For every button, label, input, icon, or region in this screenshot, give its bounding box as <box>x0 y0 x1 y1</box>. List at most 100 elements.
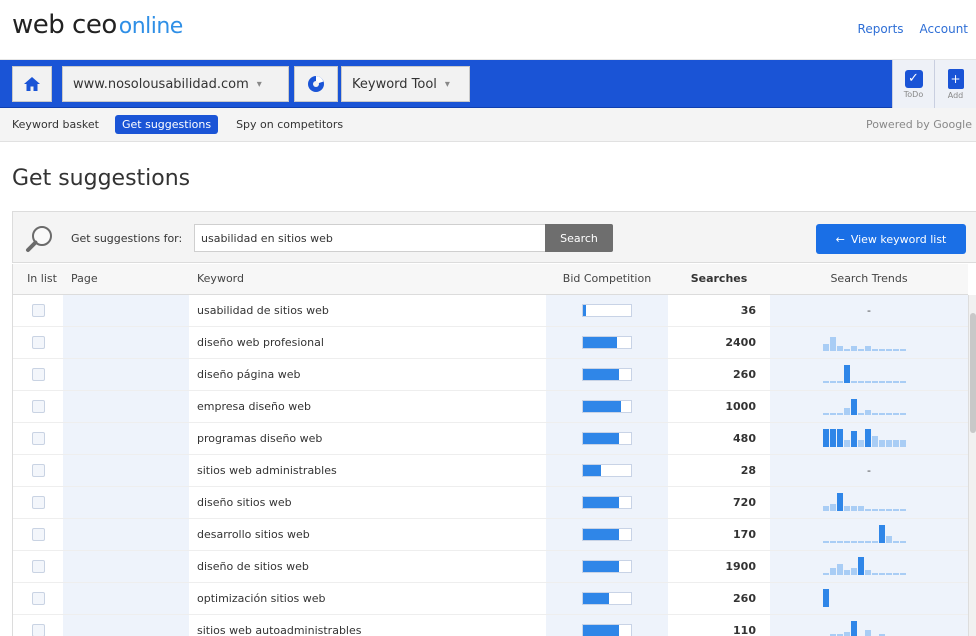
in-list-checkbox[interactable] <box>31 335 45 349</box>
search-trends-cell <box>770 390 968 423</box>
site-dropdown-label: www.nosolousabilidad.com <box>73 76 249 92</box>
home-button[interactable] <box>12 66 52 102</box>
account-link[interactable]: Account <box>920 22 968 36</box>
in-list-checkbox[interactable] <box>31 527 45 541</box>
trend-bar <box>837 429 843 447</box>
trend-bar <box>851 621 857 636</box>
keyword-cell: optimización sitios web <box>189 582 546 615</box>
in-list-checkbox[interactable] <box>31 367 45 381</box>
scroll-thumb[interactable] <box>970 313 976 433</box>
in-list-checkbox[interactable] <box>31 431 45 445</box>
trend-bar <box>872 573 878 575</box>
in-list-checkbox[interactable] <box>31 495 45 509</box>
column-header-searches[interactable]: Searches <box>668 264 770 295</box>
brand-logo[interactable]: web ceoonline <box>12 10 183 40</box>
bid-competition-fill <box>583 464 602 476</box>
chevron-down-icon: ▾ <box>444 78 450 90</box>
trend-bar <box>823 413 829 415</box>
site-dropdown[interactable]: www.nosolousabilidad.com ▾ <box>62 66 289 102</box>
bid-competition-bar <box>582 591 632 605</box>
trend-bar <box>879 413 885 415</box>
trend-bar <box>865 509 871 511</box>
in-list-cell <box>13 326 63 359</box>
column-header-bid-competition[interactable]: Bid Competition <box>546 264 668 295</box>
trend-bar <box>872 509 878 511</box>
in-list-checkbox[interactable] <box>31 303 45 317</box>
in-list-checkbox[interactable] <box>31 399 45 413</box>
add-label: Add <box>947 90 964 100</box>
bid-competition-bar <box>582 303 632 317</box>
bid-competition-fill <box>583 304 586 316</box>
trend-bar <box>886 573 892 575</box>
column-header-page[interactable]: Page <box>63 264 189 295</box>
search-button[interactable]: Search <box>545 224 613 252</box>
keyword-basket-link[interactable]: Keyword basket <box>12 118 99 131</box>
trend-bar <box>872 436 878 447</box>
search-input[interactable] <box>194 224 556 252</box>
bid-competition-cell <box>546 390 668 423</box>
tool-dropdown[interactable]: Keyword Tool ▾ <box>341 66 470 102</box>
trend-bar <box>851 381 857 383</box>
trend-bar <box>865 346 871 351</box>
search-trend-sparkline <box>823 429 906 447</box>
bid-competition-bar <box>582 559 632 573</box>
trend-bar <box>865 410 871 415</box>
pie-chart-button[interactable] <box>294 66 338 102</box>
keyword-cell: programas diseño web <box>189 422 546 455</box>
trend-bar <box>844 365 850 383</box>
trend-bar <box>851 568 857 575</box>
bid-competition-fill <box>583 496 619 508</box>
reports-link[interactable]: Reports <box>858 22 904 36</box>
trend-bar <box>900 440 906 447</box>
trend-bar <box>844 632 850 636</box>
searches-cell: 260 <box>668 582 770 615</box>
in-list-cell <box>13 454 63 487</box>
spy-on-competitors-link[interactable]: Spy on competitors <box>236 118 343 131</box>
todo-label: ToDo <box>903 89 924 99</box>
bid-competition-bar <box>582 367 632 381</box>
keyword-cell: diseño sitios web <box>189 486 546 519</box>
trend-bar <box>851 541 857 543</box>
searches-cell: 1900 <box>668 550 770 583</box>
search-trends-cell: - <box>770 454 968 487</box>
bid-competition-cell <box>546 358 668 391</box>
scrollbar[interactable] <box>968 295 976 636</box>
page-cell <box>63 294 189 327</box>
trend-bar <box>830 568 836 575</box>
search-label: Get suggestions for: <box>71 232 183 245</box>
in-list-checkbox[interactable] <box>31 463 45 477</box>
trend-bar <box>900 573 906 575</box>
view-keyword-list-button[interactable]: ← View keyword list <box>816 224 966 254</box>
bid-competition-cell <box>546 454 668 487</box>
trend-bar <box>879 381 885 383</box>
table-row: usabilidad de sitios web 36 - <box>13 294 968 327</box>
column-header-in-list[interactable]: In list <box>13 264 63 295</box>
get-suggestions-tab[interactable]: Get suggestions <box>115 115 219 134</box>
trend-bar <box>858 413 864 415</box>
in-list-checkbox[interactable] <box>31 623 45 636</box>
todo-button[interactable]: ✓ ToDo <box>892 60 934 108</box>
search-trend-sparkline <box>823 525 906 543</box>
bid-competition-bar <box>582 335 632 349</box>
search-trends-cell <box>770 518 968 551</box>
in-list-checkbox[interactable] <box>31 559 45 573</box>
column-header-search-trends[interactable]: Search Trends <box>770 264 968 295</box>
trend-bar <box>893 381 899 383</box>
column-header-keyword[interactable]: Keyword <box>189 264 546 295</box>
in-list-cell <box>13 486 63 519</box>
trend-bar <box>823 381 829 383</box>
page-cell <box>63 390 189 423</box>
keyword-cell: sitios web autoadministrables <box>189 614 546 636</box>
trend-bar <box>851 431 857 447</box>
bid-competition-bar <box>582 463 632 477</box>
table-row: optimización sitios web 260 <box>13 582 968 615</box>
top-header: web ceoonline Reports Account <box>0 0 976 60</box>
add-button[interactable]: + Add <box>934 60 976 108</box>
in-list-checkbox[interactable] <box>31 591 45 605</box>
trend-bar <box>858 349 864 351</box>
search-trend-sparkline <box>823 337 906 351</box>
trend-bar <box>865 541 871 543</box>
trend-bar <box>858 440 864 447</box>
trend-bar <box>900 381 906 383</box>
nav-right-buttons: ✓ ToDo + Add <box>892 60 976 108</box>
